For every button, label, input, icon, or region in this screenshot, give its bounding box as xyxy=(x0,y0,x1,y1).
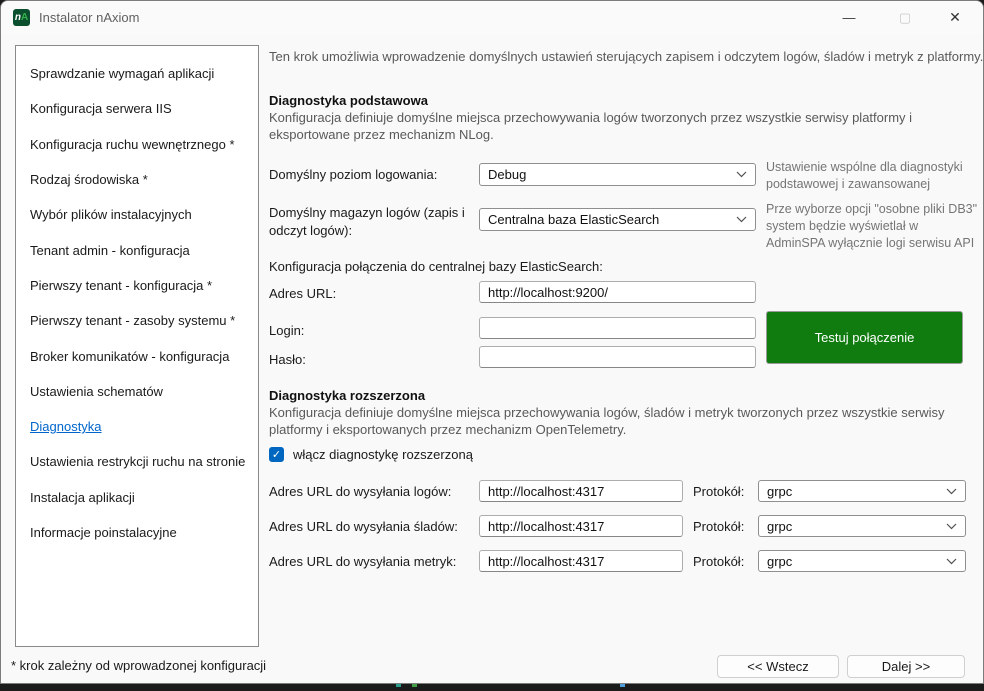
metrics-url-label: Adres URL do wysyłania metryk: xyxy=(269,554,456,569)
window-title: Instalator nAxiom xyxy=(39,1,139,34)
taskbar-dot-icon xyxy=(396,684,401,687)
note-common-settings: Ustawienie wspólne dla diagnostyki podst… xyxy=(766,159,974,193)
traces-url-input[interactable] xyxy=(479,515,683,537)
footer-asterisk-note: * krok zależny od wprowadzonej konfigura… xyxy=(11,658,266,673)
chevron-down-icon xyxy=(736,216,747,223)
elastic-password-label: Hasło: xyxy=(269,352,306,367)
elastic-url-label: Adres URL: xyxy=(269,286,336,301)
sidebar-item-sprawdzanie-wymagan-aplikacji[interactable]: Sprawdzanie wymagań aplikacji xyxy=(16,56,258,91)
naxiom-app-icon: nA xyxy=(13,9,30,26)
elastic-connection-heading: Konfiguracja połączenia do centralnej ba… xyxy=(269,259,603,274)
traces-protocol-label: Protokół: xyxy=(693,519,744,534)
maximize-button: ▢ xyxy=(883,1,927,34)
chevron-down-icon xyxy=(946,523,957,530)
back-button[interactable]: << Wstecz xyxy=(717,655,839,678)
minimize-button[interactable]: — xyxy=(827,1,871,34)
metrics-url-input[interactable] xyxy=(479,550,683,572)
elastic-url-input[interactable] xyxy=(479,281,756,303)
log-level-label: Domyślny poziom logowania: xyxy=(269,167,437,182)
app-icon-letter-a: A xyxy=(21,12,28,23)
metrics-protocol-select[interactable]: grpc xyxy=(758,550,966,572)
sidebar-item-pierwszy-tenant-zasoby-systemu[interactable]: Pierwszy tenant - zasoby systemu * xyxy=(16,303,258,338)
installer-window: nA Instalator nAxiom — ▢ ✕ Sprawdzanie w… xyxy=(0,0,984,684)
metrics-protocol-value: grpc xyxy=(767,554,792,569)
log-store-value: Centralna baza ElasticSearch xyxy=(488,212,659,227)
sidebar-item-rodzaj-srodowiska[interactable]: Rodzaj środowiska * xyxy=(16,162,258,197)
next-button[interactable]: Dalej >> xyxy=(847,655,965,678)
logs-protocol-value: grpc xyxy=(767,484,792,499)
logs-protocol-label: Protokół: xyxy=(693,484,744,499)
sidebar-item-wybor-plikow-instalacyjnych[interactable]: Wybór plików instalacyjnych xyxy=(16,197,258,232)
log-store-select[interactable]: Centralna baza ElasticSearch xyxy=(479,208,756,231)
chevron-down-icon xyxy=(946,488,957,495)
chevron-down-icon xyxy=(736,171,747,178)
sidebar-item-ustawienia-schematow[interactable]: Ustawienia schematów xyxy=(16,374,258,409)
basic-diagnostics-description: Konfiguracja definiuje domyślne miejsca … xyxy=(269,110,969,144)
extended-diagnostics-description: Konfiguracja definiuje domyślne miejsca … xyxy=(269,405,973,439)
title-bar: nA Instalator nAxiom — ▢ ✕ xyxy=(1,1,983,34)
sidebar-item-tenant-admin-konfiguracja[interactable]: Tenant admin - konfiguracja xyxy=(16,232,258,267)
metrics-protocol-label: Protokół: xyxy=(693,554,744,569)
sidebar-item-diagnostyka[interactable]: Diagnostyka xyxy=(16,409,258,444)
log-level-select[interactable]: Debug xyxy=(479,163,756,186)
basic-diagnostics-heading: Diagnostyka podstawowa xyxy=(269,93,428,108)
elastic-password-input[interactable] xyxy=(479,346,756,368)
sidebar-item-konfiguracja-serwera-iis[interactable]: Konfiguracja serwera IIS xyxy=(16,91,258,126)
step-intro-text: Ten krok umożliwia wprowadzenie domyślny… xyxy=(269,49,984,64)
log-level-value: Debug xyxy=(488,167,526,182)
test-connection-button[interactable]: Testuj połączenie xyxy=(766,311,963,364)
sidebar-item-informacje-poinstalacyjne[interactable]: Informacje poinstalacyjne xyxy=(16,515,258,550)
elastic-login-label: Login: xyxy=(269,323,304,338)
traces-url-label: Adres URL do wysyłania śladów: xyxy=(269,519,458,534)
note-db3-files: Prze wyborze opcji "osobne pliki DB3" sy… xyxy=(766,201,978,252)
logs-url-input[interactable] xyxy=(479,480,683,502)
chevron-down-icon xyxy=(946,558,957,565)
taskbar-strip xyxy=(0,684,984,691)
sidebar-item-pierwszy-tenant-konfiguracja[interactable]: Pierwszy tenant - konfiguracja * xyxy=(16,268,258,303)
logs-url-label: Adres URL do wysyłania logów: xyxy=(269,484,451,499)
extended-diagnostics-heading: Diagnostyka rozszerzona xyxy=(269,388,425,403)
log-store-label: Domyślny magazyn logów (zapis i odczyt l… xyxy=(269,204,475,239)
close-button[interactable]: ✕ xyxy=(935,1,975,34)
sidebar-item-konfiguracja-ruchu-wewnetrznego[interactable]: Konfiguracja ruchu wewnętrznego * xyxy=(16,127,258,162)
enable-extended-checkbox[interactable]: ✓ xyxy=(269,447,284,462)
elastic-login-input[interactable] xyxy=(479,317,756,339)
traces-protocol-value: grpc xyxy=(767,519,792,534)
enable-extended-label: włącz diagnostykę rozszerzoną xyxy=(293,447,473,462)
check-icon: ✓ xyxy=(272,448,281,461)
sidebar-item-broker-komunikatow-konfiguracja[interactable]: Broker komunikatów - konfiguracja xyxy=(16,338,258,373)
traces-protocol-select[interactable]: grpc xyxy=(758,515,966,537)
enable-extended-diagnostics-row[interactable]: ✓ włącz diagnostykę rozszerzoną xyxy=(269,447,473,462)
steps-sidebar: Sprawdzanie wymagań aplikacji Konfigurac… xyxy=(15,45,259,647)
logs-protocol-select[interactable]: grpc xyxy=(758,480,966,502)
taskbar-dot-icon xyxy=(620,684,625,687)
sidebar-item-ustawienia-restrykcji-ruchu[interactable]: Ustawienia restrykcji ruchu na stronie xyxy=(16,444,258,479)
sidebar-item-instalacja-aplikacji[interactable]: Instalacja aplikacji xyxy=(16,480,258,515)
taskbar-dot-icon xyxy=(412,684,417,687)
